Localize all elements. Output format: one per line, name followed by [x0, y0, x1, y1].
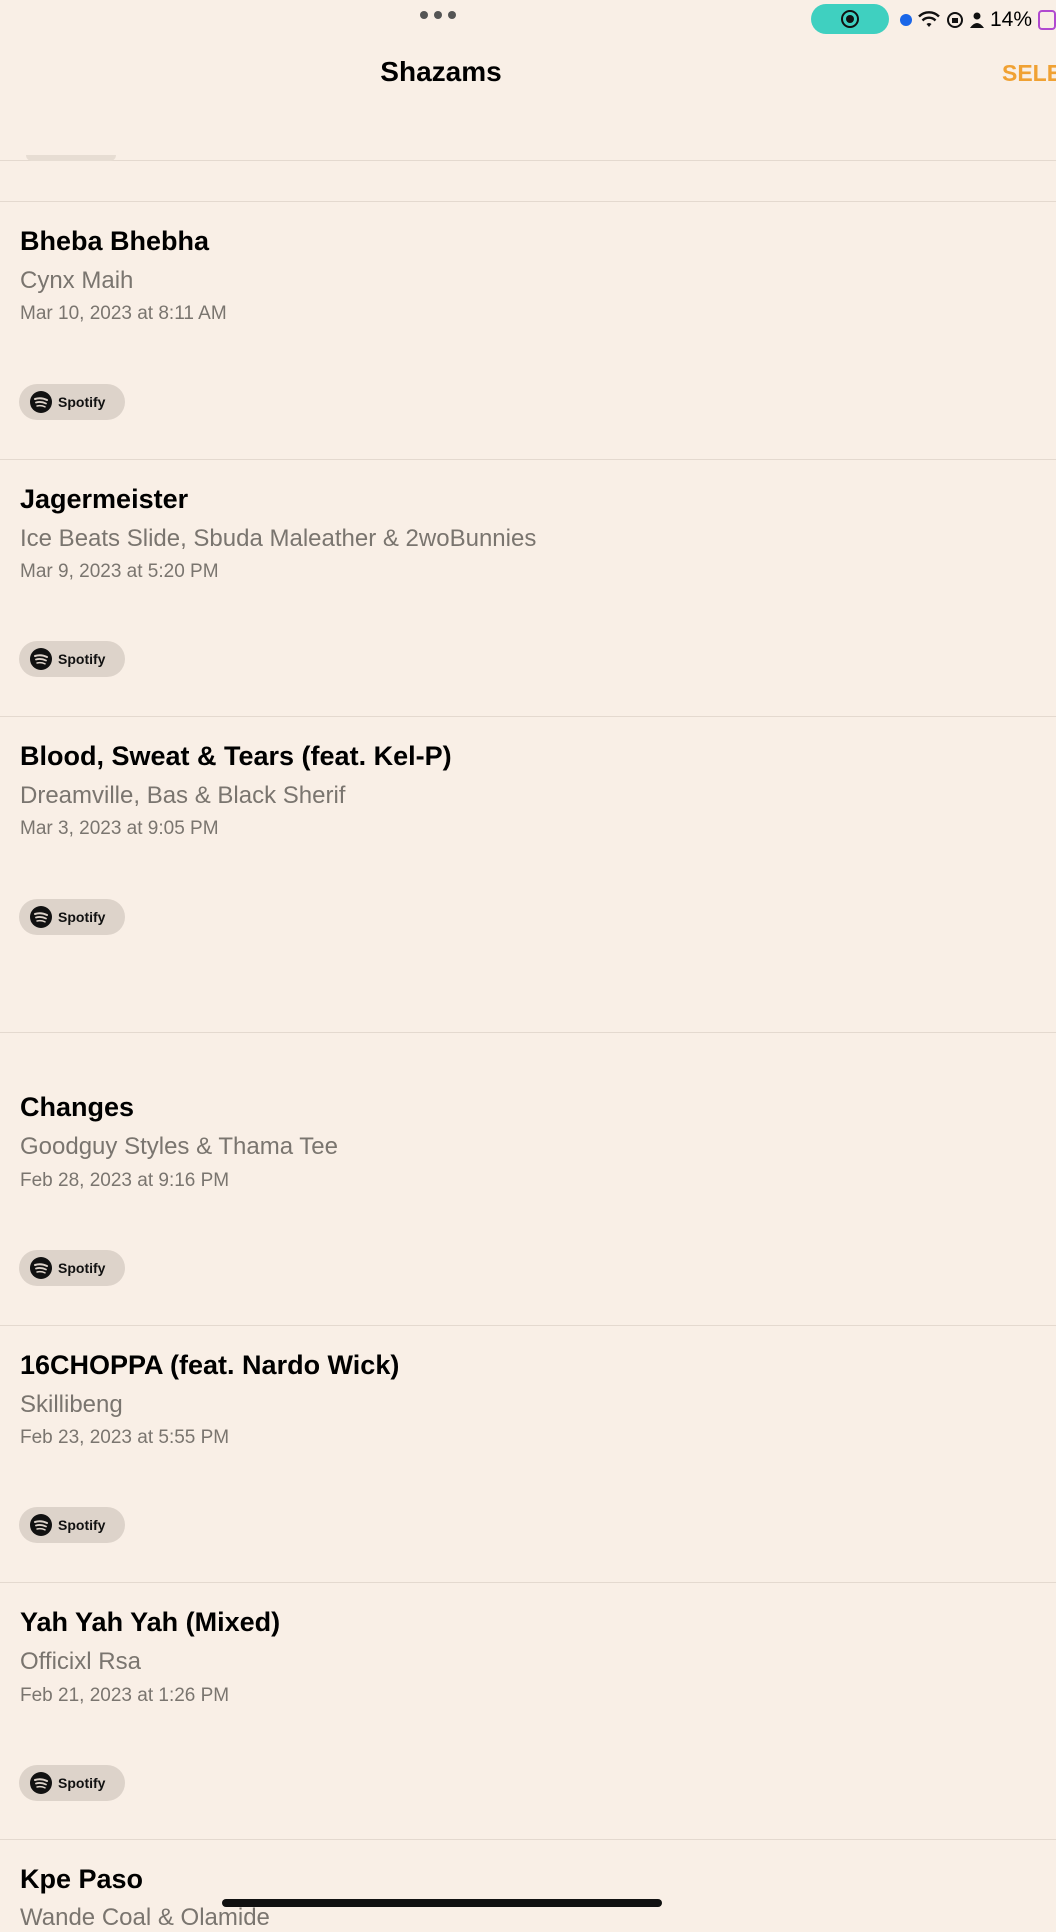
open-in-spotify-button[interactable]: Spotify — [19, 1250, 125, 1286]
section-divider — [0, 1032, 1056, 1033]
spotify-label: Spotify — [58, 1260, 106, 1276]
track-title[interactable]: Kpe Paso — [20, 1864, 143, 1895]
track-title[interactable]: Bheba Bhebha — [20, 226, 209, 257]
track-date: Mar 9, 2023 at 5:20 PM — [20, 561, 219, 582]
track-artist: Goodguy Styles & Thama Tee — [20, 1133, 338, 1160]
track-artist: Officixl Rsa — [20, 1648, 141, 1675]
track-artist: Dreamville, Bas & Black Sherif — [20, 782, 346, 809]
home-indicator[interactable] — [222, 1899, 662, 1907]
spotify-label: Spotify — [58, 1775, 106, 1791]
spotify-icon — [30, 1772, 52, 1794]
track-date: Mar 3, 2023 at 9:05 PM — [20, 818, 219, 839]
row-divider — [0, 459, 1056, 460]
row-divider — [0, 201, 1056, 202]
battery-percentage: 14% — [990, 8, 1033, 31]
person-icon — [970, 12, 984, 28]
track-date: Mar 10, 2023 at 8:11 AM — [20, 303, 227, 324]
row-divider — [0, 1839, 1056, 1840]
page-title: Shazams — [380, 56, 502, 87]
screen-recording-indicator[interactable] — [811, 4, 889, 34]
battery-icon — [1038, 10, 1056, 30]
previous-spotify-button-edge — [26, 155, 116, 161]
spotify-icon — [30, 648, 52, 670]
row-divider — [0, 1582, 1056, 1583]
rotation-lock-icon — [947, 12, 963, 28]
spotify-icon — [30, 906, 52, 928]
spotify-label: Spotify — [58, 651, 106, 667]
track-artist: Cynx Maih — [20, 267, 134, 294]
track-date: Feb 23, 2023 at 5:55 PM — [20, 1427, 230, 1448]
status-bar: 14% — [0, 0, 1056, 40]
track-title[interactable]: 16CHOPPA (feat. Nardo Wick) — [20, 1350, 399, 1381]
track-title[interactable]: Jagermeister — [20, 484, 188, 515]
open-in-spotify-button[interactable]: Spotify — [19, 1765, 125, 1801]
more-dots-icon[interactable] — [420, 11, 456, 19]
wifi-icon — [918, 11, 940, 27]
spotify-label: Spotify — [58, 1517, 106, 1533]
location-dot-icon — [900, 14, 912, 26]
spotify-icon — [30, 391, 52, 413]
spotify-label: Spotify — [58, 394, 106, 410]
spotify-icon — [30, 1257, 52, 1279]
status-icons: 14% — [900, 6, 1056, 34]
track-title[interactable]: Changes — [20, 1092, 134, 1123]
open-in-spotify-button[interactable]: Spotify — [19, 1507, 125, 1543]
spotify-label: Spotify — [58, 909, 106, 925]
record-icon — [841, 10, 859, 28]
track-artist: Wande Coal & Olamide — [20, 1904, 270, 1931]
open-in-spotify-button[interactable]: Spotify — [19, 899, 125, 935]
track-date: Feb 21, 2023 at 1:26 PM — [20, 1685, 230, 1706]
track-title[interactable]: Blood, Sweat & Tears (feat. Kel-P) — [20, 741, 452, 772]
navigation-bar: Shazams SELE — [0, 40, 1056, 161]
track-title[interactable]: Yah Yah Yah (Mixed) — [20, 1607, 280, 1638]
spotify-icon — [30, 1514, 52, 1536]
track-artist: Skillibeng — [20, 1391, 123, 1418]
open-in-spotify-button[interactable]: Spotify — [19, 641, 125, 677]
track-date: Feb 28, 2023 at 9:16 PM — [20, 1170, 230, 1191]
track-artist: Ice Beats Slide, Sbuda Maleather & 2woBu… — [20, 525, 537, 552]
row-divider — [0, 1325, 1056, 1326]
open-in-spotify-button[interactable]: Spotify — [19, 384, 125, 420]
select-button[interactable]: SELE — [1002, 60, 1056, 87]
row-divider — [0, 716, 1056, 717]
